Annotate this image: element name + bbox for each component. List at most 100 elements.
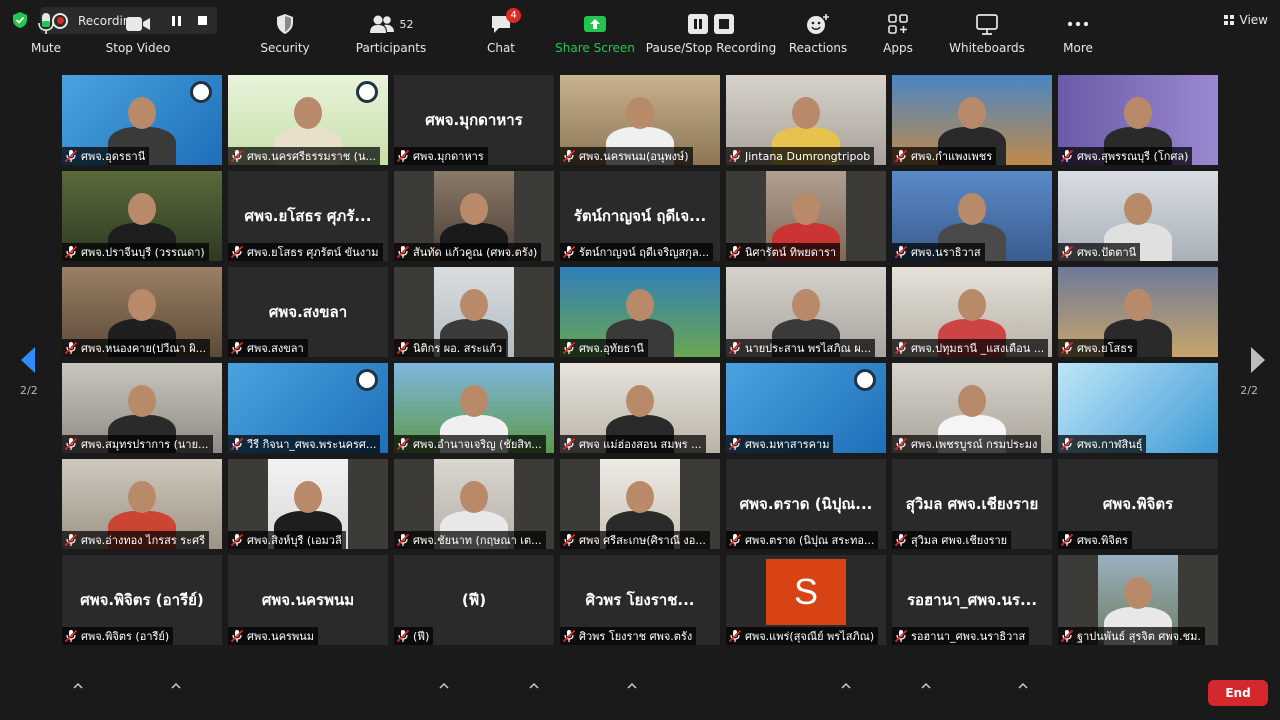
participant-tile[interactable]: ศพจ.อุทัยธานี	[560, 267, 720, 357]
participant-name-label: ศพจ.สมุทรปราการ (นาย...	[62, 435, 213, 453]
participant-tile[interactable]: ศพจ.เพชรบูรณ์ กรมประมง	[892, 363, 1052, 453]
participant-tile[interactable]: ศพจ.ปัตตานี	[1058, 171, 1218, 261]
participant-name: ศพจ.พิจิตร (อารีย์)	[81, 630, 170, 643]
participant-tile[interactable]: ศพจ.สงขลา ศพจ.สงขลา	[228, 267, 388, 357]
apps-button[interactable]: Apps	[880, 12, 916, 58]
participant-tile[interactable]: นิติกร ผอ. สระแก้ว	[394, 267, 554, 357]
participant-tile[interactable]: ศพจ ศรีสะเกษ(ศิราณี งอ...	[560, 459, 720, 549]
participant-name: ศพจ.พิจิตร	[1077, 534, 1128, 547]
participant-tile[interactable]: สุวิมล ศพจ.เชียงราย สุวิมล ศพจ.เชียงราย	[892, 459, 1052, 549]
participant-tile[interactable]: ศิวพร โยงราช... ศิวพร โยงราช ศพจ.ตรัง	[560, 555, 720, 645]
participant-display-name: ศพจ.สงขลา	[268, 303, 348, 321]
participant-tile[interactable]: รัตน์กาญจน์ ฤดีเจ... รัตน์กาญจน์ ฤดีเจริญ…	[560, 171, 720, 261]
participant-tile[interactable]: ศพจ.ตราด (นิปุณ... ศพจ.ตราด (นิปุณ สระทอ.…	[726, 459, 886, 549]
participant-display-name: ศิวพร โยงราช...	[585, 591, 695, 609]
whiteboards-options-chevron-icon[interactable]	[1018, 682, 1028, 690]
participant-name-label: ศพจ.สุพรรณบุรี (โกศล)	[1058, 147, 1193, 165]
share-screen-arrow-icon	[584, 16, 606, 32]
participant-tile[interactable]: ศพจ.สมุทรปราการ (นาย...	[62, 363, 222, 453]
participant-tile[interactable]: (ฟี) (ฟี)	[394, 555, 554, 645]
participant-tile[interactable]: ศพจ.กาฬสินธุ์	[1058, 363, 1218, 453]
participant-name: ศพจ.หนองคาย(ปวีณา ผิ...	[81, 342, 207, 355]
participant-head	[626, 385, 654, 417]
participant-tile[interactable]: ศพจ.มุกดาหาร ศพจ.มุกดาหาร	[394, 75, 554, 165]
participant-tile[interactable]: ศพจ.พิจิตร (อารีย์) ศพจ.พิจิตร (อารีย์)	[62, 555, 222, 645]
participant-tile[interactable]: ศพจ แม่ฮ่องสอน สมพร ...	[560, 363, 720, 453]
participant-tile[interactable]: ศพจ.อำนาจเจริญ (ชัยสิท...	[394, 363, 554, 453]
muted-microphone-icon	[562, 533, 576, 547]
security-button[interactable]: Security	[258, 12, 312, 58]
participant-tile[interactable]: ศพจ.สิงห์บุรี (เอมวลี	[228, 459, 388, 549]
audio-options-chevron-icon[interactable]	[73, 682, 83, 690]
participant-tile[interactable]: ฐาปนพันธ์ สุรจิต ศพจ.ชม.	[1058, 555, 1218, 645]
participant-tile[interactable]: ศพจ.พิจิตร ศพจ.พิจิตร	[1058, 459, 1218, 549]
participant-tile[interactable]: ศพจ.นครพนม(อนุพงษ์)	[560, 75, 720, 165]
participants-options-chevron-icon[interactable]	[439, 682, 449, 690]
participant-tile[interactable]: รอฮานา_ศพจ.นร... รอฮานา_ศพจ.นราธิวาส	[892, 555, 1052, 645]
participant-tile[interactable]: นายประสาน พรไสภิณ ผ...	[726, 267, 886, 357]
share-options-chevron-icon[interactable]	[627, 682, 637, 690]
whiteboards-label: Whiteboards	[949, 41, 1025, 55]
reactions-options-chevron-icon[interactable]	[841, 682, 851, 690]
apps-grid-icon	[888, 14, 908, 34]
participant-name: ศพจ.สงขลา	[247, 342, 304, 355]
participant-tile[interactable]: Jintana Dumrongtripob	[726, 75, 886, 165]
participant-tile[interactable]: ศพจ.นครพนม ศพจ.นครพนม	[228, 555, 388, 645]
organization-logo	[356, 369, 378, 391]
chat-button[interactable]: 4 Chat	[482, 8, 521, 58]
participant-tile[interactable]: ศพจ.ยโสธร	[1058, 267, 1218, 357]
participant-tile[interactable]: ศพจ.สุพรรณบุรี (โกศล)	[1058, 75, 1218, 165]
more-button[interactable]: More	[1060, 12, 1096, 58]
muted-microphone-icon	[396, 533, 410, 547]
apps-options-chevron-icon[interactable]	[921, 682, 931, 690]
participant-tile[interactable]: ศพจ.อุดรธานี	[62, 75, 222, 165]
participant-tile[interactable]: ศพจ.อ่างทอง ไกรสร ระศรี	[62, 459, 222, 549]
participant-tile[interactable]: ศพจ.ชัยนาท (กฤษณา เต...	[394, 459, 554, 549]
share-screen-button[interactable]: Share Screen	[555, 12, 635, 58]
participant-head	[958, 97, 986, 129]
pause-stop-recording-button[interactable]: Pause/Stop Recording	[646, 12, 776, 58]
participant-name-label: ศพจ.อ่างทอง ไกรสร ระศรี	[62, 531, 209, 549]
view-button[interactable]: View	[1223, 10, 1268, 30]
participant-tile[interactable]: วีรี กิจนา_ศพจ.พระนครศ...	[228, 363, 388, 453]
participant-tile[interactable]: ศพจ.มหาสารคาม	[726, 363, 886, 453]
next-page-arrow-icon[interactable]	[1248, 345, 1268, 375]
participant-tile[interactable]: ศพจ.ยโสธร ศุภรั... ศพจ.ยโสธร ศุภรัตน์ ขัน…	[228, 171, 388, 261]
participant-tile[interactable]: นิศารัตน์ ทิพยดารา	[726, 171, 886, 261]
previous-page-arrow-icon[interactable]	[18, 345, 38, 375]
muted-microphone-icon	[894, 341, 908, 355]
organization-logo	[356, 81, 378, 103]
end-meeting-button[interactable]: End	[1208, 680, 1268, 706]
meeting-toolbar	[0, 660, 1280, 720]
stop-video-button[interactable]: Stop Video	[102, 12, 174, 58]
participant-tile[interactable]: ศพจ.นราธิวาส	[892, 171, 1052, 261]
participant-tile[interactable]: ศพจ.ปราจีนบุรี (วรรณดา)	[62, 171, 222, 261]
stop-recording-button[interactable]	[192, 13, 212, 29]
participants-button[interactable]: 52 Participants	[356, 12, 426, 58]
reactions-button[interactable]: Reactions	[788, 12, 848, 58]
participant-tile[interactable]: ศพจ.นครศรีธรรมราช (น...	[228, 75, 388, 165]
participant-tile[interactable]: S ศพจ.แพร่(สุจณีย์ พรไสภิณ)	[726, 555, 886, 645]
muted-microphone-icon	[894, 245, 908, 259]
participant-name: ศพจ.นครศรีธรรมราช (น...	[247, 150, 376, 163]
page-indicator-right: 2/2	[1240, 384, 1258, 397]
participant-name-label: ศพจ.หนองคาย(ปวีณา ผิ...	[62, 339, 211, 357]
participant-name: ศพจ.สุพรรณบุรี (โกศล)	[1077, 150, 1189, 163]
mute-button[interactable]: Mute	[22, 12, 70, 58]
participant-tile[interactable]: สันทัด แก้วคูณ (ศพจ.ตรัง)	[394, 171, 554, 261]
muted-microphone-icon	[64, 341, 78, 355]
organization-logo	[854, 369, 876, 391]
participant-display-name: ศพจ.พิจิตร (อารีย์)	[80, 591, 204, 609]
participant-name-label: ศพจ.กำแพงเพชร	[892, 147, 997, 165]
muted-microphone-icon	[894, 629, 908, 643]
participant-tile[interactable]: ศพจ.ปทุมธานี _แสงเดือน ...	[892, 267, 1052, 357]
participant-tile[interactable]: ศพจ.หนองคาย(ปวีณา ผิ...	[62, 267, 222, 357]
participant-tile[interactable]: ศพจ.กำแพงเพชร	[892, 75, 1052, 165]
participant-name: ศพจ.ชัยนาท (กฤษณา เต...	[413, 534, 542, 547]
chat-options-chevron-icon[interactable]	[529, 682, 539, 690]
participant-name: ศพจ.นครพนม	[247, 630, 314, 643]
reactions-label: Reactions	[788, 41, 848, 55]
whiteboards-button[interactable]: Whiteboards	[949, 12, 1025, 58]
video-options-chevron-icon[interactable]	[171, 682, 181, 690]
participant-name: รอฮานา_ศพจ.นราธิวาส	[911, 630, 1026, 643]
